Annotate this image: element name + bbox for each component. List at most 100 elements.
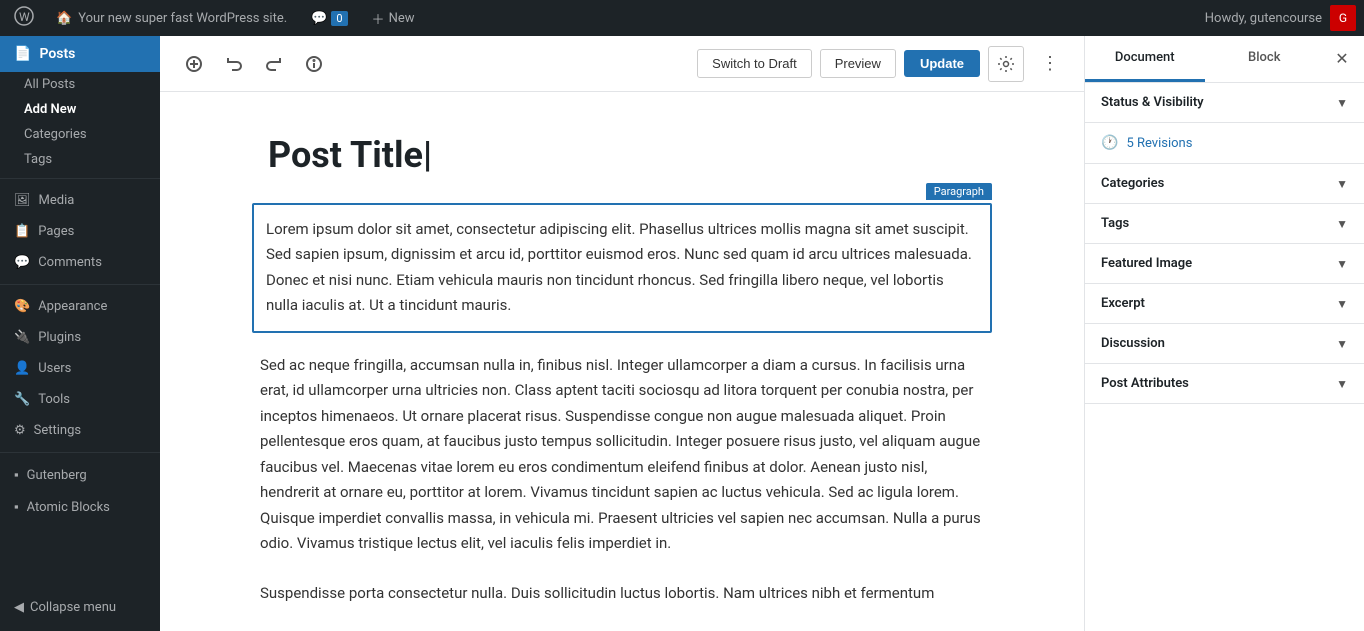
post-attributes-title: Post Attributes — [1101, 376, 1189, 391]
panel-section-categories: Categories ▼ — [1085, 164, 1364, 204]
chevron-down-icon: ▼ — [1336, 337, 1348, 351]
chevron-down-icon: ▼ — [1336, 177, 1348, 191]
sidebar-posts-header[interactable]: 📄 Posts — [0, 36, 160, 72]
comments-icon: 💬 — [311, 11, 327, 26]
panel-revisions[interactable]: 🕐 5 Revisions — [1085, 123, 1364, 164]
sidebar-item-settings[interactable]: ⚙ Settings — [0, 415, 160, 446]
post-title[interactable]: Post Title — [260, 132, 984, 179]
chevron-down-icon: ▼ — [1336, 297, 1348, 311]
panel-section-tags: Tags ▼ — [1085, 204, 1364, 244]
chevron-down-icon: ▼ — [1336, 96, 1348, 110]
paragraph-block-1[interactable]: Paragraph Lorem ipsum dolor sit amet, co… — [252, 203, 992, 333]
chevron-down-icon: ▼ — [1336, 257, 1348, 271]
featured-image-title: Featured Image — [1101, 256, 1192, 271]
sidebar-item-label: All Posts — [24, 77, 75, 92]
redo-button[interactable] — [256, 46, 292, 82]
plugins-icon: 🔌 — [14, 330, 30, 345]
sidebar-item-tags[interactable]: Tags — [0, 147, 160, 172]
sidebar-item-appearance[interactable]: 🎨 Appearance — [0, 291, 160, 322]
more-options-button[interactable]: ⋮ — [1032, 46, 1068, 82]
collapse-menu-button[interactable]: ◀ Collapse menu — [0, 592, 160, 623]
wp-logo-icon[interactable]: W — [8, 6, 40, 31]
admin-bar-right: Howdy, gutencourse G — [1205, 5, 1356, 31]
admin-bar-new[interactable]: ＋ New — [364, 9, 423, 28]
chevron-down-icon: ▼ — [1336, 217, 1348, 231]
categories-header[interactable]: Categories ▼ — [1085, 164, 1364, 203]
media-icon: 🖼 — [14, 193, 31, 208]
right-panel-close-button[interactable]: ✕ — [1324, 41, 1360, 77]
paragraph-text-2: Sed ac neque fringilla, accumsan nulla i… — [252, 349, 992, 561]
preview-button[interactable]: Preview — [820, 49, 896, 78]
switch-to-draft-label: Switch to Draft — [712, 56, 797, 71]
sidebar-bottom: ◀ Collapse menu — [0, 584, 160, 631]
sidebar-item-tools[interactable]: 🔧 Tools — [0, 384, 160, 415]
admin-bar: W 🏠 Your new super fast WordPress site. … — [0, 0, 1364, 36]
right-panel: Document Block ✕ Status & Visibility ▼ 🕐… — [1084, 36, 1364, 631]
tools-icon: 🔧 — [14, 392, 30, 407]
admin-bar-comments[interactable]: 💬 0 — [303, 11, 355, 26]
sidebar-item-label: Gutenberg — [27, 468, 87, 483]
featured-image-header[interactable]: Featured Image ▼ — [1085, 244, 1364, 283]
new-label: New — [389, 11, 415, 26]
tags-header[interactable]: Tags ▼ — [1085, 204, 1364, 243]
info-button[interactable] — [296, 46, 332, 82]
comments-count: 0 — [331, 11, 347, 26]
update-label: Update — [920, 56, 964, 71]
sidebar-item-label: Add New — [24, 102, 76, 117]
post-attributes-header[interactable]: Post Attributes ▼ — [1085, 364, 1364, 403]
sidebar-item-label: Media — [39, 193, 75, 208]
home-icon: 🏠 — [56, 11, 72, 26]
sidebar-item-atomic-blocks[interactable]: ▪ Atomic Blocks — [0, 491, 160, 523]
update-button[interactable]: Update — [904, 50, 980, 77]
avatar[interactable]: G — [1330, 5, 1356, 31]
sidebar-item-all-posts[interactable]: All Posts — [0, 72, 160, 97]
sidebar-item-label: Comments — [38, 255, 102, 270]
excerpt-title: Excerpt — [1101, 296, 1145, 311]
editor-area: Switch to Draft Preview Update ⋮ Post Ti… — [160, 36, 1084, 631]
sidebar-item-label: Pages — [38, 224, 74, 239]
paragraph-text-1: Lorem ipsum dolor sit amet, consectetur … — [266, 217, 978, 319]
block-tab-label: Block — [1248, 50, 1280, 65]
sidebar-item-comments[interactable]: 💬 Comments — [0, 247, 160, 278]
excerpt-header[interactable]: Excerpt ▼ — [1085, 284, 1364, 323]
sidebar-posts-label: Posts — [39, 46, 75, 62]
svg-text:W: W — [19, 10, 30, 24]
post-title-wrapper: Post Title — [252, 132, 992, 179]
discussion-header[interactable]: Discussion ▼ — [1085, 324, 1364, 363]
chevron-down-icon: ▼ — [1336, 377, 1348, 391]
tab-block[interactable]: Block — [1205, 36, 1325, 82]
status-visibility-title: Status & Visibility — [1101, 95, 1204, 110]
settings-icon: ⚙ — [14, 423, 26, 438]
site-name: Your new super fast WordPress site. — [78, 11, 287, 26]
sidebar: 📄 Posts All Posts Add New Categories Tag… — [0, 36, 160, 631]
panel-section-post-attributes: Post Attributes ▼ — [1085, 364, 1364, 404]
sidebar-item-gutenberg[interactable]: ▪ Gutenberg — [0, 459, 160, 491]
editor-inner: Post Title Paragraph Lorem ipsum dolor s… — [232, 132, 1012, 610]
sidebar-item-pages[interactable]: 📋 Pages — [0, 216, 160, 247]
avatar-initial: G — [1339, 11, 1347, 25]
add-block-button[interactable] — [176, 46, 212, 82]
sidebar-item-categories[interactable]: Categories — [0, 122, 160, 147]
tab-document[interactable]: Document — [1085, 36, 1205, 82]
editor-content: Post Title Paragraph Lorem ipsum dolor s… — [160, 92, 1084, 631]
sidebar-item-users[interactable]: 👤 Users — [0, 353, 160, 384]
sidebar-item-label: Appearance — [38, 299, 107, 314]
status-visibility-header[interactable]: Status & Visibility ▼ — [1085, 83, 1364, 122]
settings-toggle-button[interactable] — [988, 46, 1024, 82]
preview-label: Preview — [835, 56, 881, 71]
clock-icon: 🕐 — [1101, 135, 1118, 151]
paragraph-text-3: Suspendisse porta consectetur nulla. Dui… — [252, 577, 992, 611]
sidebar-item-label: Tags — [24, 152, 52, 167]
pages-icon: 📋 — [14, 224, 30, 239]
plus-icon: ＋ — [372, 9, 385, 28]
right-panel-content: Status & Visibility ▼ 🕐 5 Revisions Cate… — [1085, 83, 1364, 631]
sidebar-item-media[interactable]: 🖼 Media — [0, 185, 160, 216]
sidebar-item-label: Tools — [38, 392, 70, 407]
howdy-text: Howdy, gutencourse — [1205, 11, 1322, 26]
sidebar-item-plugins[interactable]: 🔌 Plugins — [0, 322, 160, 353]
admin-bar-site[interactable]: 🏠 Your new super fast WordPress site. — [48, 11, 295, 26]
switch-to-draft-button[interactable]: Switch to Draft — [697, 49, 812, 78]
undo-button[interactable] — [216, 46, 252, 82]
appearance-icon: 🎨 — [14, 299, 30, 314]
sidebar-item-add-new[interactable]: Add New — [0, 97, 160, 122]
